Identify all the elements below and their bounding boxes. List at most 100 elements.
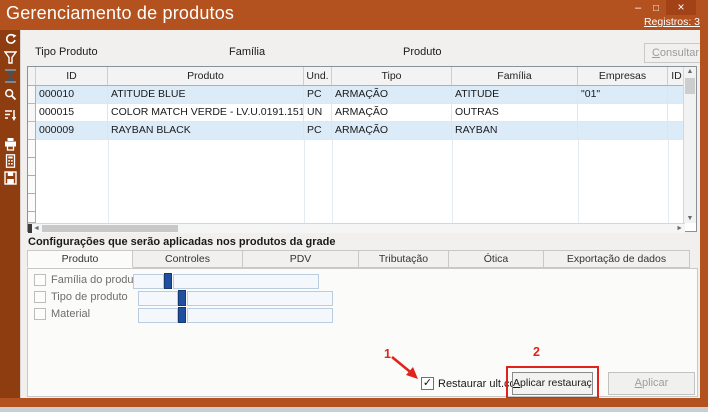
save-icon[interactable] — [4, 171, 17, 185]
column-header-und[interactable]: Und. — [304, 67, 332, 85]
cell-produto[interactable]: COLOR MATCH VERDE - LV.U.0191.1515 M — [108, 104, 304, 122]
cell-empresas[interactable] — [578, 104, 668, 122]
grid-column-line — [452, 140, 453, 223]
empty-row-header — [28, 140, 36, 158]
grid-corner-cell — [28, 67, 36, 85]
tab-tributacao[interactable]: Tributação — [359, 250, 449, 268]
material-code-input[interactable] — [138, 308, 178, 323]
app-window: Gerenciamento de produtos – □ × Registro… — [0, 0, 708, 407]
config-section-label: Configurações que serão aplicadas nos pr… — [28, 236, 335, 248]
cell-familia[interactable]: OUTRAS — [452, 104, 578, 122]
refresh-icon[interactable] — [4, 33, 17, 47]
aplicar-restauracao-button[interactable]: Aplicar restauração — [512, 372, 593, 395]
desktop-background — [0, 407, 708, 412]
title-bar: Gerenciamento de produtos – □ × Registro… — [0, 0, 708, 30]
f2-lookup-icon[interactable] — [178, 290, 186, 306]
cell-und[interactable]: PC — [304, 86, 332, 104]
tipo-produto-desc-input[interactable] — [187, 291, 333, 306]
registros-count-link[interactable]: Registros: 3 — [644, 16, 700, 28]
cell-familia[interactable]: ATITUDE — [452, 86, 578, 104]
table-row[interactable]: 000015 COLOR MATCH VERDE - LV.U.0191.151… — [28, 104, 685, 122]
grid-column-line — [332, 140, 333, 223]
empty-row-header — [28, 158, 36, 176]
familia-produto-checkbox[interactable] — [34, 274, 46, 286]
close-button[interactable]: × — [666, 0, 696, 15]
f2-lookup-icon[interactable] — [178, 307, 186, 323]
tab-produto[interactable]: Produto — [27, 250, 133, 268]
table-row[interactable]: 000010 ATITUDE BLUE PC ARMAÇÃO ATITUDE "… — [28, 86, 685, 104]
annotation-2: 2 — [533, 345, 540, 359]
cell-empresas[interactable] — [578, 122, 668, 140]
tipo-produto-label: Tipo Produto — [35, 46, 98, 58]
grid-column-line — [668, 140, 669, 223]
minimize-button[interactable]: – — [630, 2, 646, 15]
grid-column-line — [304, 140, 305, 223]
cell-und[interactable]: UN — [304, 104, 332, 122]
f2-lookup-icon[interactable] — [164, 273, 172, 289]
print-icon[interactable] — [4, 137, 17, 151]
familia-produto-code-input[interactable] — [133, 274, 164, 289]
familia-produto-desc-input[interactable] — [173, 274, 319, 289]
cell-tipo[interactable]: ARMAÇÃO — [332, 122, 452, 140]
material-checkbox[interactable] — [34, 308, 46, 320]
search-icon[interactable] — [4, 88, 17, 102]
cell-empresas[interactable]: "01" — [578, 86, 668, 104]
familia-label: Família — [229, 46, 265, 58]
tipo-produto-cfg-label: Tipo de produto — [51, 291, 128, 303]
vertical-scrollbar[interactable]: ▲ ▼ — [683, 67, 696, 223]
grid-column-line — [578, 140, 579, 223]
grid-column-line — [108, 140, 109, 223]
filter-icon[interactable] — [4, 51, 17, 65]
consultar-button[interactable]: Consultar — [644, 43, 707, 63]
cell-familia[interactable]: RAYBAN — [452, 122, 578, 140]
produto-label: Produto — [403, 46, 442, 58]
cell-produto[interactable]: RAYBAN BLACK — [108, 122, 304, 140]
empty-row-header — [28, 212, 36, 223]
horizontal-scrollbar[interactable]: ◄ ► — [28, 223, 685, 233]
tab-panel-produto: Família do produto Tipo de produto Mater… — [27, 268, 698, 397]
cell-tipo[interactable]: ARMAÇÃO — [332, 104, 452, 122]
cell-id[interactable]: 000015 — [36, 104, 108, 122]
window-frame-right — [700, 30, 708, 398]
column-header-empresas[interactable]: Empresas — [578, 67, 668, 85]
cell-tipo[interactable]: ARMAÇÃO — [332, 86, 452, 104]
vertical-scroll-thumb[interactable] — [685, 78, 695, 94]
column-header-familia[interactable]: Família — [452, 67, 578, 85]
config-field-row: Família do produto — [28, 273, 697, 290]
window-title: Gerenciamento de produtos — [6, 3, 234, 24]
scroll-down-icon[interactable]: ▼ — [684, 215, 696, 222]
cell-und[interactable]: PC — [304, 122, 332, 140]
products-grid[interactable]: ID Produto Und. Tipo Família Empresas ID… — [27, 66, 697, 232]
window-frame-bottom — [0, 398, 708, 407]
material-desc-input[interactable] — [187, 308, 333, 323]
column-header-id[interactable]: ID — [36, 67, 108, 85]
tab-otica[interactable]: Ótica — [449, 250, 544, 268]
tab-exportacao[interactable]: Exportação de dados — [544, 250, 690, 268]
tipo-produto-checkbox[interactable] — [34, 291, 46, 303]
cell-id[interactable]: 000010 — [36, 86, 108, 104]
sort-icon[interactable] — [4, 108, 17, 122]
empty-row-header — [28, 176, 36, 194]
hourglass-icon[interactable] — [4, 69, 17, 83]
column-header-produto[interactable]: Produto — [108, 67, 304, 85]
scroll-left-icon[interactable]: ◄ — [33, 224, 40, 233]
check-icon: ✓ — [423, 377, 432, 389]
calculator-icon[interactable] — [4, 154, 17, 168]
tab-pdv[interactable]: PDV — [243, 250, 359, 268]
cell-produto[interactable]: ATITUDE BLUE — [108, 86, 304, 104]
column-header-tipo[interactable]: Tipo — [332, 67, 452, 85]
tab-controles[interactable]: Controles — [133, 250, 243, 268]
cell-id[interactable]: 000009 — [36, 122, 108, 140]
annotation-arrow-icon — [388, 354, 424, 384]
maximize-button[interactable]: □ — [648, 2, 664, 15]
table-row[interactable]: 000009 RAYBAN BLACK PC ARMAÇÃO RAYBAN — [28, 122, 685, 140]
tipo-produto-code-input[interactable] — [138, 291, 178, 306]
scroll-right-icon[interactable]: ► — [676, 224, 683, 233]
empty-row-header — [28, 194, 36, 212]
grid-header-row: ID Produto Und. Tipo Família Empresas ID — [28, 67, 685, 86]
familia-produto-label: Família do produto — [51, 274, 143, 286]
scroll-size-grip — [28, 224, 32, 233]
horizontal-scroll-thumb[interactable] — [42, 225, 178, 232]
scroll-up-icon[interactable]: ▲ — [684, 68, 696, 75]
aplicar-button[interactable]: Aplicar — [608, 372, 695, 395]
